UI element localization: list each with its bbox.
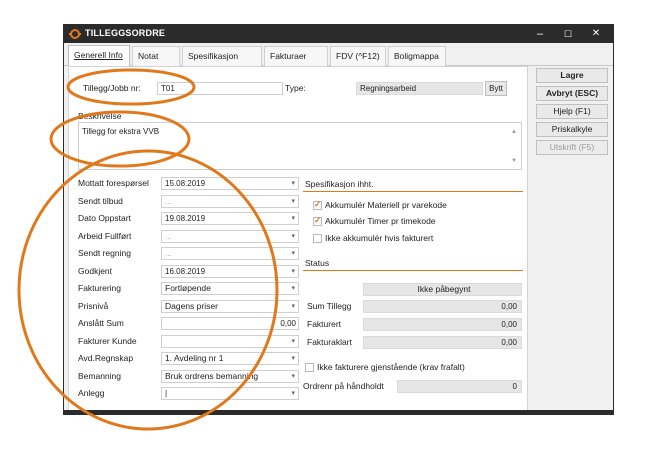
site-select[interactable]: | xyxy=(161,387,299,400)
price-calc-button[interactable]: Priskalkyle xyxy=(536,122,608,137)
no-invoice-remaining-checkbox[interactable] xyxy=(305,363,314,372)
accumulate-material-label: Akkumulér Materiell pr varekode xyxy=(325,200,447,210)
tab-notat[interactable]: Notat (F9) xyxy=(132,46,180,80)
field-label: Anlegg xyxy=(78,388,105,398)
fakturaklart-label: Fakturaklart xyxy=(307,337,352,347)
check-icon: ✓ xyxy=(314,215,322,225)
department-select[interactable]: 1. Avdeling nr 1 xyxy=(161,352,299,365)
field-label: Godkjent xyxy=(78,266,113,276)
field-label: Avd.Regnskap xyxy=(78,353,134,363)
tab-boligmappa[interactable]: Boligmappa xyxy=(388,46,446,66)
bottom-bar xyxy=(64,410,613,414)
accumulate-material-checkbox[interactable]: ✓ xyxy=(313,199,322,210)
check-icon: ✓ xyxy=(314,199,322,209)
invoice-customer-select[interactable] xyxy=(161,335,299,348)
sum-tillegg-value: 0,00 xyxy=(363,300,522,313)
status-group-header: Status xyxy=(303,256,523,271)
sent-offer-date[interactable]: ... xyxy=(161,195,299,208)
title-bar: TILLEGGSORDRE – ☐ ✕ xyxy=(64,25,613,43)
maximize-icon[interactable]: ☐ xyxy=(554,25,582,43)
type-label: Type: xyxy=(285,83,306,93)
fakturert-label: Fakturert xyxy=(307,319,342,329)
work-completed-date[interactable]: ... xyxy=(161,230,299,243)
estimated-sum-input[interactable]: 0,00 xyxy=(161,317,299,330)
job-number-input[interactable]: T01 xyxy=(157,82,283,95)
field-label: Sendt tilbud xyxy=(78,196,123,206)
field-label: Sendt regning xyxy=(78,248,131,258)
no-accumulate-checkbox[interactable] xyxy=(313,234,322,243)
no-invoice-remaining-label: Ikke fakturere gjenstående (krav frafalt… xyxy=(317,362,465,372)
handheld-order-label: Ordrenr på håndholdt xyxy=(303,381,384,391)
field-label: Arbeid Fullført xyxy=(78,231,132,241)
general-info-panel: Tillegg/Jobb nr: T01 Type: Regningsarbei… xyxy=(68,66,528,411)
field-label: Anslått Sum xyxy=(78,318,124,328)
field-label: Dato Oppstart xyxy=(78,213,131,223)
approved-date[interactable]: 16.08.2019 xyxy=(161,265,299,278)
close-icon[interactable]: ✕ xyxy=(582,25,610,43)
no-accumulate-label: Ikke akkumulér hvis fakturert xyxy=(325,233,434,243)
tab-spesifikasjon[interactable]: Spesifikasjon (F2) xyxy=(182,46,262,80)
description-textarea[interactable]: Tillegg for ekstra VVB ▲ ▼ xyxy=(78,122,522,170)
tab-fdv[interactable]: FDV (^F12) xyxy=(330,46,386,66)
field-label: Fakturer Kunde xyxy=(78,336,137,346)
description-label: Beskrivelse xyxy=(78,111,122,121)
accumulate-hours-checkbox[interactable]: ✓ xyxy=(313,215,322,226)
scroll-down-icon[interactable]: ▼ xyxy=(511,154,517,168)
sent-invoice-date[interactable]: ... xyxy=(161,247,299,260)
status-title: Status xyxy=(305,258,330,268)
job-number-label: Tillegg/Jobb nr: xyxy=(83,83,141,93)
spec-group-header: Spesifikasjon ihht. xyxy=(303,177,523,192)
description-text: Tillegg for ekstra VVB xyxy=(82,127,160,136)
field-label: Mottatt forespørsel xyxy=(78,178,149,188)
invoicing-select[interactable]: Fortløpende xyxy=(161,282,299,295)
tab-fakturaer[interactable]: Fakturaer (F4) xyxy=(264,46,328,80)
cancel-button[interactable]: Avbryt (ESC) xyxy=(536,86,608,101)
accumulate-hours-label: Akkumulér Timer pr timekode xyxy=(325,216,436,226)
fakturaklart-value: 0,00 xyxy=(363,336,522,349)
type-field: Regningsarbeid xyxy=(356,82,483,95)
print-button[interactable]: Utskrift (F5) xyxy=(536,140,608,155)
staffing-select[interactable]: Bruk ordrens bemanning xyxy=(161,370,299,383)
start-date[interactable]: 19.08.2019 xyxy=(161,212,299,225)
scroll-up-icon[interactable]: ▲ xyxy=(511,125,517,139)
tab-generell-info[interactable]: Generell Info xyxy=(68,45,130,67)
field-label: Bemanning xyxy=(78,371,122,381)
price-level-select[interactable]: Dagens priser xyxy=(161,300,299,313)
field-label: Fakturering xyxy=(78,283,121,293)
tilleggsordre-window: TILLEGGSORDRE – ☐ ✕ Generell Info Notat … xyxy=(63,24,614,415)
spec-title: Spesifikasjon ihht. xyxy=(305,179,374,189)
minimize-icon[interactable]: – xyxy=(526,25,554,43)
status-state-field: Ikke påbegynt xyxy=(363,283,522,296)
help-button[interactable]: Hjelp (F1) xyxy=(536,104,608,119)
field-label: Prisnivå xyxy=(78,301,109,311)
window-title: TILLEGGSORDRE xyxy=(85,28,166,38)
sum-tillegg-label: Sum Tillegg xyxy=(307,301,352,311)
app-logo-icon xyxy=(69,29,81,39)
handheld-order-value: 0 xyxy=(397,380,522,393)
received-request-date[interactable]: 15.08.2019 xyxy=(161,177,299,190)
swap-button[interactable]: Bytt xyxy=(485,81,507,96)
tab-bar: Generell Info Notat (F9) Spesifikasjon (… xyxy=(64,43,613,80)
fakturert-value: 0,00 xyxy=(363,318,522,331)
save-button[interactable]: Lagre xyxy=(536,68,608,83)
